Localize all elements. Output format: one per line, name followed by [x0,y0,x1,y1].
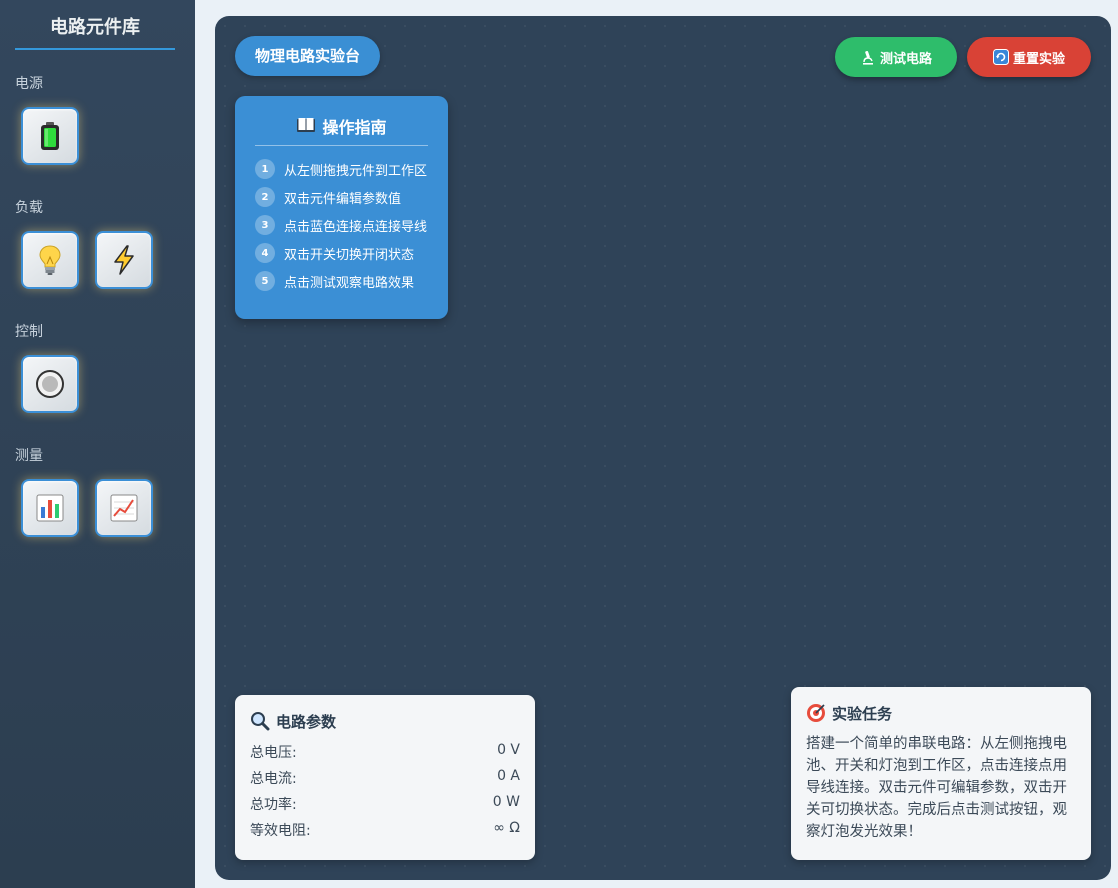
param-label: 总电流: [250,771,297,787]
book-icon [296,114,316,133]
guide-step-number: 2 [255,187,275,207]
battery-icon [41,122,59,150]
target-icon [806,703,826,723]
param-value: 0 V [497,742,520,758]
guide-step: 4 双击开关切换开闭状态 [255,243,414,263]
guide-step-number: 3 [255,215,275,235]
circuit-params-panel: 电路参数 总电压: 0 V 总电流: 0 A 总功率: 0 W 等效电阻: ∞ … [235,695,535,860]
guide-step-number: 4 [255,243,275,263]
line-chart-icon [110,494,138,522]
param-row-power: 总功率: 0 W [250,794,520,814]
component-voltmeter[interactable] [95,479,153,537]
magnifier-icon [250,711,270,731]
component-battery[interactable] [21,107,79,165]
microscope-icon [860,49,876,65]
light-bulb-icon [39,245,61,275]
component-resistor[interactable] [95,231,153,289]
refresh-icon [992,49,1009,65]
lightning-icon [114,245,134,275]
guide-header: 操作指南 [255,114,428,146]
component-library-sidebar: 电路元件库 电源 负载 控制 测量 [0,0,195,888]
params-header: 电路参数 [250,710,336,732]
operation-guide-panel: 操作指南 1 从左侧拖拽元件到工作区 2 双击元件编辑参数值 3 点击蓝色连接点… [235,96,448,319]
guide-step-text: 双击元件编辑参数值 [284,191,402,207]
task-title: 实验任务 [832,704,893,723]
reset-experiment-button[interactable]: 重置实验 [967,37,1091,77]
guide-step-text: 双击开关切换开闭状态 [284,247,415,263]
test-circuit-button[interactable]: 测试电路 [835,37,957,77]
guide-step-text: 点击蓝色连接点连接导线 [284,219,428,235]
sidebar-title: 电路元件库 [15,16,175,50]
switch-button-icon [36,370,64,398]
param-value: ∞ Ω [493,820,520,836]
category-label-load: 负载 [15,200,43,216]
param-row-voltage: 总电压: 0 V [250,742,520,762]
reset-experiment-label: 重置实验 [1012,50,1065,66]
guide-step: 2 双击元件编辑参数值 [255,187,401,207]
guide-step-number: 1 [255,159,275,179]
workspace-title: 物理电路实验台 [235,36,381,76]
guide-step: 1 从左侧拖拽元件到工作区 [255,159,427,179]
component-ammeter[interactable] [21,479,79,537]
guide-step: 3 点击蓝色连接点连接导线 [255,215,427,235]
circuit-workspace[interactable]: 物理电路实验台 测试电路 重置实验 操作指南 1 从左侧拖拽元件到工作区 2 双… [215,16,1111,880]
param-label: 总电压: [250,745,297,761]
task-header: 实验任务 [806,702,892,724]
param-value: 0 W [492,794,520,810]
guide-step-text: 从左侧拖拽元件到工作区 [284,163,428,179]
task-description: 搭建一个简单的串联电路：从左侧拖拽电池、开关和灯泡到工作区，点击连接点用导线连接… [806,736,1067,840]
test-circuit-label: 测试电路 [879,50,932,66]
category-label-measure: 测量 [15,448,43,464]
category-label-control: 控制 [15,324,43,340]
param-label: 总功率: [250,797,297,813]
param-label: 等效电阻: [250,823,311,839]
category-label-power: 电源 [15,76,43,92]
param-value: 0 A [497,768,520,784]
guide-step-text: 点击测试观察电路效果 [284,275,415,291]
param-row-current: 总电流: 0 A [250,768,520,788]
param-row-resistance: 等效电阻: ∞ Ω [250,820,520,840]
guide-title: 操作指南 [322,118,387,137]
component-light-bulb[interactable] [21,231,79,289]
params-title: 电路参数 [276,712,337,731]
bar-chart-icon [36,494,64,522]
experiment-task-panel: 实验任务 搭建一个简单的串联电路：从左侧拖拽电池、开关和灯泡到工作区，点击连接点… [791,687,1091,860]
guide-step-number: 5 [255,271,275,291]
guide-step: 5 点击测试观察电路效果 [255,271,414,291]
component-switch[interactable] [21,355,79,413]
